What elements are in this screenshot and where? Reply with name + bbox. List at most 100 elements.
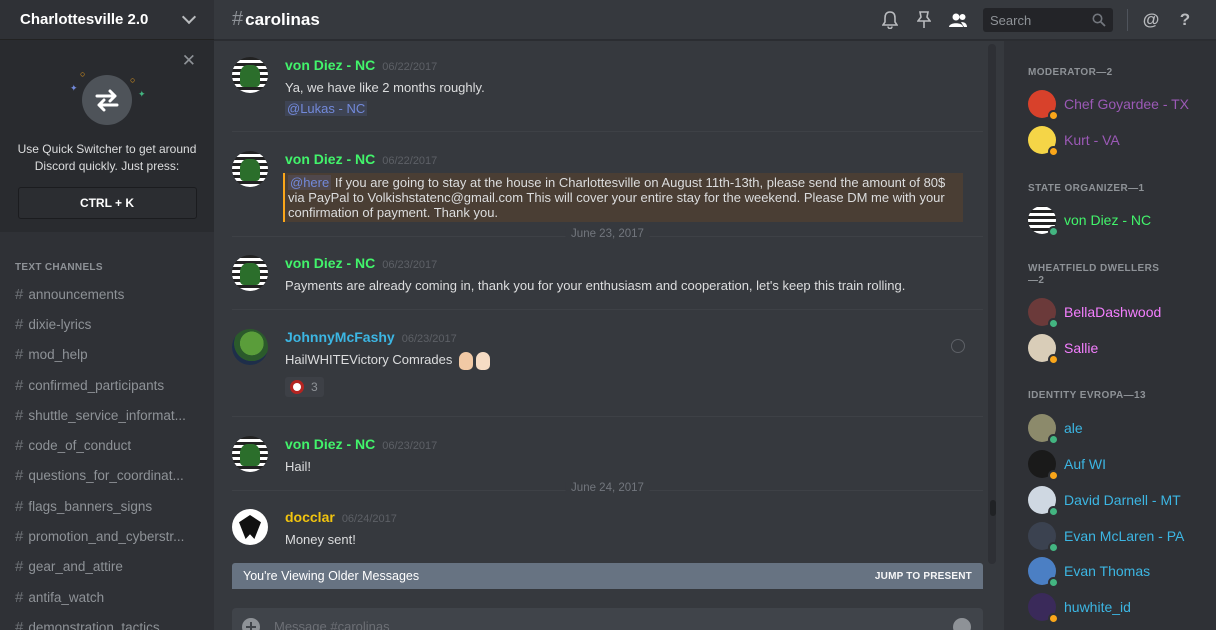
channel-name: mod_help xyxy=(28,347,88,363)
channel-item-code-of-conduct[interactable]: # code_of_conduct xyxy=(0,430,214,460)
hash-icon: # xyxy=(15,467,24,485)
member-list: MODERATOR—2 Chef Goyardee - TX Kurt - VA… xyxy=(1004,41,1216,630)
member-name: von Diez - NC xyxy=(1064,212,1152,228)
role-header-identity-evropa: IDENTITY EVROPA—13 xyxy=(1028,390,1146,401)
status-indicator xyxy=(1048,354,1059,365)
reaction[interactable]: 3 xyxy=(285,376,324,397)
channel-name: shuttle_service_informat... xyxy=(28,407,186,423)
pin-icon[interactable] xyxy=(907,11,941,29)
message-timestamp: 06/24/2017 xyxy=(341,513,397,525)
message-text: Payments are already coming in, thank yo… xyxy=(285,278,906,293)
message-author[interactable]: JohnnyMcFashy xyxy=(285,329,395,345)
avatar[interactable] xyxy=(232,329,268,365)
avatar[interactable] xyxy=(232,436,268,472)
reaction-emoji-icon xyxy=(290,379,304,394)
hash-icon: # xyxy=(15,285,24,303)
avatar xyxy=(1028,557,1059,588)
jump-to-present-button[interactable]: JUMP TO PRESENT xyxy=(875,571,972,582)
scrollbar-track[interactable] xyxy=(988,44,996,564)
message-author[interactable]: von Diez - NC xyxy=(285,151,375,167)
message-list: von Diez - NC 06/22/2017 Ya, we have like… xyxy=(214,41,1000,630)
emoji-icon[interactable] xyxy=(953,618,971,630)
member-item[interactable]: Sallie xyxy=(1028,331,1208,365)
message-group: von Diez - NC 06/23/2017 Payments are alr… xyxy=(232,255,983,294)
close-icon[interactable]: ✕ xyxy=(182,52,196,69)
channel-title-name: carolinas xyxy=(245,10,320,29)
avatar[interactable] xyxy=(232,255,268,291)
server-header[interactable]: Charlottesville 2.0 xyxy=(0,0,214,40)
member-item[interactable]: Evan McLaren - PA xyxy=(1028,519,1208,553)
channel-name: flags_banners_signs xyxy=(28,498,153,514)
server-name: Charlottesville 2.0 xyxy=(20,11,149,28)
user-mention[interactable]: @Lukas - NC xyxy=(285,101,368,116)
upload-icon[interactable] xyxy=(242,618,260,630)
switch-arrows-icon: ✦ ○ ✦ ○ xyxy=(70,69,146,125)
avatar[interactable] xyxy=(232,57,268,93)
avatar[interactable] xyxy=(232,151,268,187)
hash-icon: # xyxy=(15,558,24,576)
channel-item-demonstration-tactics[interactable]: # demonstration_tactics xyxy=(0,612,214,630)
here-mention[interactable]: @here xyxy=(288,175,332,190)
member-item[interactable]: Auf WI xyxy=(1028,447,1208,481)
avatar[interactable] xyxy=(232,509,268,545)
search-icon[interactable] xyxy=(1092,13,1106,27)
avatar xyxy=(1028,206,1059,237)
status-indicator xyxy=(1048,542,1059,553)
chevron-down-icon[interactable] xyxy=(181,9,197,25)
date-divider: June 23, 2017 xyxy=(232,228,983,240)
header-divider xyxy=(1127,9,1128,31)
message-timestamp: 06/23/2017 xyxy=(382,440,438,452)
channel-item-mod-help[interactable]: # mod_help xyxy=(0,340,214,370)
channel-item-confirmed-participants[interactable]: # confirmed_participants xyxy=(0,370,214,400)
channel-item-announcements[interactable]: # announcements xyxy=(0,279,214,309)
channel-item-antifa-watch[interactable]: # antifa_watch xyxy=(0,582,214,612)
channel-sidebar: Charlottesville 2.0 ✕ ✦ ○ ✦ ○ Use Quick … xyxy=(0,0,214,630)
member-item[interactable]: huwhite_id xyxy=(1028,590,1208,624)
avatar xyxy=(1028,486,1059,517)
quick-switcher-text: Use Quick Switcher to get around Discord… xyxy=(17,142,197,173)
channel-name: announcements xyxy=(28,286,125,302)
message-divider xyxy=(232,131,983,132)
member-item[interactable]: BellaDashwood xyxy=(1028,295,1208,329)
message-author[interactable]: von Diez - NC xyxy=(285,255,375,271)
message-author[interactable]: von Diez - NC xyxy=(285,436,375,452)
channel-item-dixie-lyrics[interactable]: # dixie-lyrics xyxy=(0,309,214,339)
mention-icon[interactable]: @ xyxy=(1134,10,1168,30)
member-name: Sallie xyxy=(1064,340,1099,356)
bell-icon[interactable] xyxy=(873,11,907,29)
channel-item-gear-and-attire[interactable]: # gear_and_attire xyxy=(0,552,214,582)
avatar xyxy=(1028,298,1059,329)
message-author[interactable]: von Diez - NC xyxy=(285,57,375,73)
help-icon[interactable]: ? xyxy=(1168,10,1202,30)
quick-switcher-shortcut[interactable]: CTRL + K xyxy=(17,187,197,219)
message-input[interactable] xyxy=(274,619,953,630)
sparkle-icon: ✦ xyxy=(70,83,78,93)
scrollbar-thumb[interactable] xyxy=(990,500,996,516)
member-item[interactable]: ale xyxy=(1028,411,1208,445)
avatar xyxy=(1028,450,1059,481)
message-timestamp: 06/23/2017 xyxy=(382,259,438,271)
member-item[interactable]: von Diez - NC xyxy=(1028,203,1208,237)
member-name: BellaDashwood xyxy=(1064,304,1162,320)
add-reaction-icon[interactable] xyxy=(951,339,965,353)
status-indicator xyxy=(1048,318,1059,329)
message-divider xyxy=(232,309,983,310)
member-item[interactable]: Evan Thomas xyxy=(1028,554,1208,588)
date-label: June 23, 2017 xyxy=(565,228,650,240)
status-indicator xyxy=(1048,110,1059,121)
member-item[interactable]: Chef Goyardee - TX xyxy=(1028,87,1208,121)
status-indicator xyxy=(1048,470,1059,481)
channel-name: questions_for_coordinat... xyxy=(28,468,184,484)
channel-name: dixie-lyrics xyxy=(28,316,92,332)
channel-item-flags-banners[interactable]: # flags_banners_signs xyxy=(0,491,214,521)
channel-item-promotion[interactable]: # promotion_and_cyberstr... xyxy=(0,521,214,551)
member-item[interactable]: David Darnell - MT xyxy=(1028,483,1208,517)
member-name: huwhite_id xyxy=(1064,599,1131,615)
text-channels-category[interactable]: TEXT CHANNELS xyxy=(0,232,214,273)
message-author[interactable]: docclar xyxy=(285,509,335,525)
members-icon[interactable] xyxy=(941,12,975,28)
channel-name: demonstration_tactics xyxy=(28,619,160,630)
channel-item-shuttle-service[interactable]: # shuttle_service_informat... xyxy=(0,400,214,430)
member-item[interactable]: Kurt - VA xyxy=(1028,123,1208,157)
channel-item-questions[interactable]: # questions_for_coordinat... xyxy=(0,461,214,491)
